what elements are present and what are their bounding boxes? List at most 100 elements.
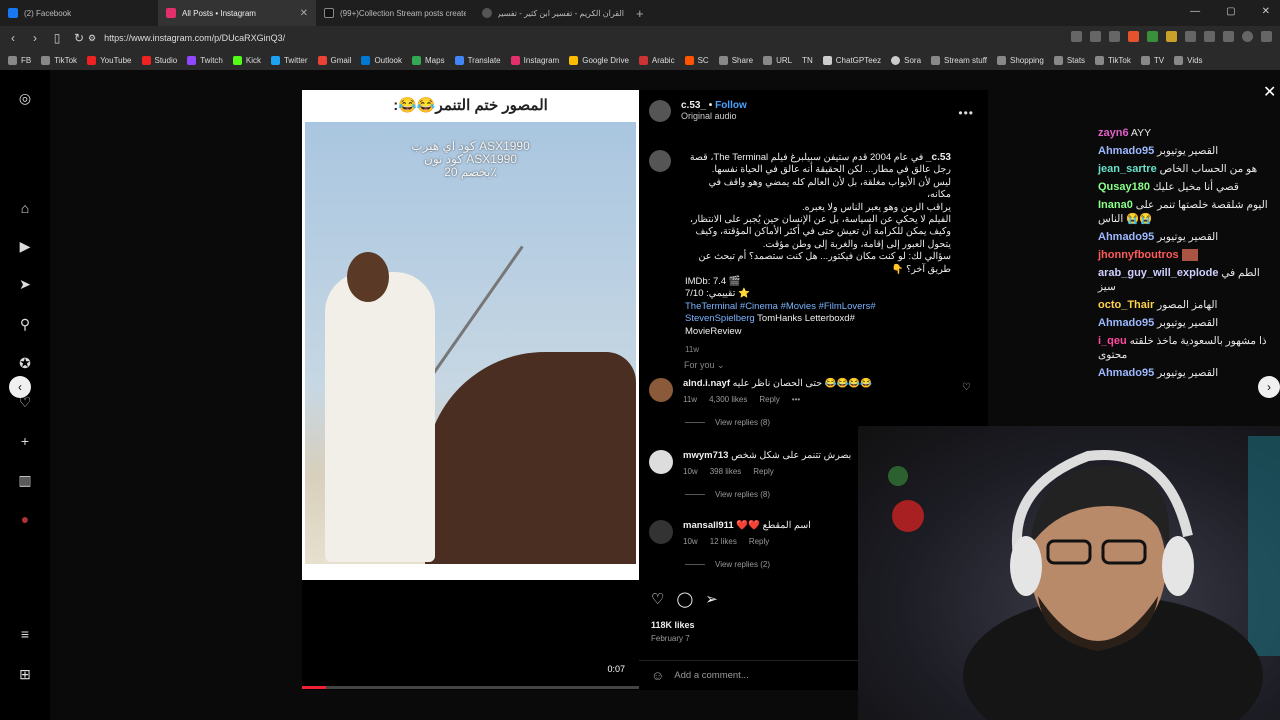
extension-icon[interactable]	[1147, 31, 1158, 42]
hashtags[interactable]: TheTerminal #Cinema #Movies #FilmLovers#	[685, 301, 951, 313]
post-media[interactable]: المصور ختم التنمر😂😂: كود اي هيرب ASX1990…	[302, 90, 639, 690]
like-comment-icon[interactable]: ♡	[962, 382, 971, 393]
bookmark-item[interactable]: FB	[8, 55, 31, 65]
bookmark-item[interactable]: Gmail	[317, 55, 351, 65]
apps-icon[interactable]: ⊞	[17, 666, 33, 682]
follow-button[interactable]: Follow	[715, 100, 747, 111]
audio-label[interactable]: Original audio	[681, 111, 747, 121]
bookmark-folder[interactable]: Shopping	[997, 55, 1044, 65]
likes-count[interactable]: 118K likes	[651, 620, 695, 630]
avatar[interactable]	[649, 150, 671, 172]
bookmark-item[interactable]: Instagram	[510, 55, 559, 65]
instagram-logo-icon[interactable]: ◎	[17, 90, 33, 106]
reload-icon[interactable]: ↻	[70, 31, 88, 45]
close-icon[interactable]: ✕	[1263, 82, 1276, 102]
tab-quran[interactable]: القرآن الكريم - تفسير ابن كثير - تفسير..…	[474, 0, 632, 26]
bookmark-item[interactable]: TikTok	[41, 55, 77, 65]
bookmark-folder[interactable]: Stream stuff	[931, 55, 987, 65]
back-icon[interactable]: ‹	[4, 31, 22, 45]
like-icon[interactable]: ♡	[651, 590, 664, 608]
bookmark-item[interactable]: ChatGPTeez	[822, 55, 881, 65]
bookmark-item[interactable]: Sora	[891, 55, 921, 65]
search-icon[interactable]: ⚲	[17, 316, 33, 332]
tab-facebook[interactable]: (2) Facebook	[0, 0, 158, 26]
create-icon[interactable]: +	[17, 433, 33, 449]
bookmark-item[interactable]: Outlook	[361, 55, 402, 65]
menu-icon[interactable]	[1261, 31, 1272, 42]
reply-button[interactable]: Reply	[753, 467, 773, 476]
minimize-icon[interactable]: —	[1190, 6, 1200, 17]
comment-likes[interactable]: 12 likes	[710, 537, 737, 546]
more-menu-icon[interactable]: ≡	[17, 626, 33, 642]
messages-icon[interactable]: ➤	[17, 276, 33, 292]
chat-text: القصير يوتيوبر	[1157, 367, 1219, 379]
comment-icon[interactable]: ◯	[676, 590, 693, 608]
comment-sort-dropdown[interactable]: For you ⌄	[684, 360, 725, 371]
add-comment-input[interactable]: Add a comment...	[674, 670, 748, 681]
extension-icon[interactable]	[1204, 31, 1215, 42]
extension-icon[interactable]	[1223, 31, 1234, 42]
avatar[interactable]	[649, 450, 673, 474]
avatar[interactable]	[649, 378, 673, 402]
dashboard-icon[interactable]: ▥	[17, 472, 33, 488]
tab-collection[interactable]: (99+)Collection Stream posts created...	[316, 0, 474, 26]
bookmark-item[interactable]: Google Drive	[569, 55, 629, 65]
site-info-icon[interactable]: ⚙	[88, 33, 96, 44]
bookmark-item[interactable]: Twitter	[270, 55, 308, 65]
profile-icon[interactable]: ●	[17, 511, 33, 527]
hashtags[interactable]: MovieReview	[685, 326, 951, 338]
reply-button[interactable]: Reply	[759, 395, 779, 404]
bookmark-item[interactable]: URL	[763, 55, 792, 65]
extension-icon[interactable]	[1185, 31, 1196, 42]
extension-icon[interactable]	[1090, 31, 1101, 42]
streamer-webcam-image	[888, 436, 1280, 720]
comment-options-icon[interactable]: •••	[792, 395, 800, 404]
bookmark-folder[interactable]: TikTok	[1095, 55, 1131, 65]
bookmark-item[interactable]: TN	[802, 56, 813, 65]
share-icon[interactable]: ➢	[705, 590, 718, 608]
avatar[interactable]	[649, 520, 673, 544]
home-icon[interactable]: ⌂	[17, 200, 33, 216]
comment-author[interactable]: mansall911	[683, 520, 734, 531]
video-progress-bar[interactable]	[302, 686, 639, 689]
bookmark-item[interactable]: Maps	[412, 55, 445, 65]
bookmark-folder[interactable]: Stats	[1053, 55, 1085, 65]
horse-shape	[425, 352, 636, 564]
address-bar[interactable]: ⚙ https://www.instagram.com/p/DUcaRXGinQ3…	[88, 29, 1008, 47]
bookmark-item[interactable]: Share	[718, 55, 753, 65]
comment-age: 10w	[683, 537, 698, 546]
maximize-icon[interactable]: ▢	[1226, 6, 1235, 17]
new-tab-button[interactable]: +	[636, 6, 644, 21]
brave-shield-icon[interactable]	[1128, 31, 1139, 42]
avatar[interactable]	[649, 100, 671, 122]
bookmark-item[interactable]: YouTube	[87, 55, 132, 65]
bookmark-item[interactable]: Studio	[141, 55, 177, 65]
reels-icon[interactable]: ▶	[17, 238, 33, 254]
bookmark-item[interactable]: SC	[684, 55, 709, 65]
close-tab-icon[interactable]: ✕	[300, 8, 308, 19]
bookmark-item[interactable]: Kick	[232, 55, 261, 65]
bookmark-icon[interactable]: ▯	[48, 31, 66, 45]
tab-instagram[interactable]: All Posts • Instagram ✕	[158, 0, 316, 26]
bookmark-item[interactable]: Arabic	[638, 55, 675, 65]
more-options-icon[interactable]: •••	[958, 106, 974, 120]
bookmark-folder[interactable]: TV	[1140, 55, 1164, 65]
previous-post-arrow[interactable]: ‹	[9, 376, 31, 398]
extension-icon[interactable]	[1166, 31, 1177, 42]
bookmark-folder[interactable]: Vids	[1174, 55, 1203, 65]
reply-button[interactable]: Reply	[749, 537, 769, 546]
explore-icon[interactable]: ✪	[17, 355, 33, 371]
bookmark-item[interactable]: Translate	[454, 55, 501, 65]
comment-likes[interactable]: 4,300 likes	[709, 395, 747, 404]
forward-icon[interactable]: ›	[26, 31, 44, 45]
emoji-icon[interactable]: ☺	[651, 668, 664, 683]
profile-icon[interactable]	[1242, 31, 1253, 42]
close-window-icon[interactable]: ✕	[1262, 6, 1270, 17]
bookmark-item[interactable]: Twitch	[187, 55, 223, 65]
comment-author[interactable]: alnd.i.nayf	[683, 378, 730, 389]
extension-icon[interactable]	[1109, 31, 1120, 42]
caption-author[interactable]: c.53_	[926, 152, 951, 163]
extension-icon[interactable]	[1071, 31, 1082, 42]
comment-author[interactable]: mwym713	[683, 450, 728, 461]
comment-likes[interactable]: 398 likes	[710, 467, 742, 476]
